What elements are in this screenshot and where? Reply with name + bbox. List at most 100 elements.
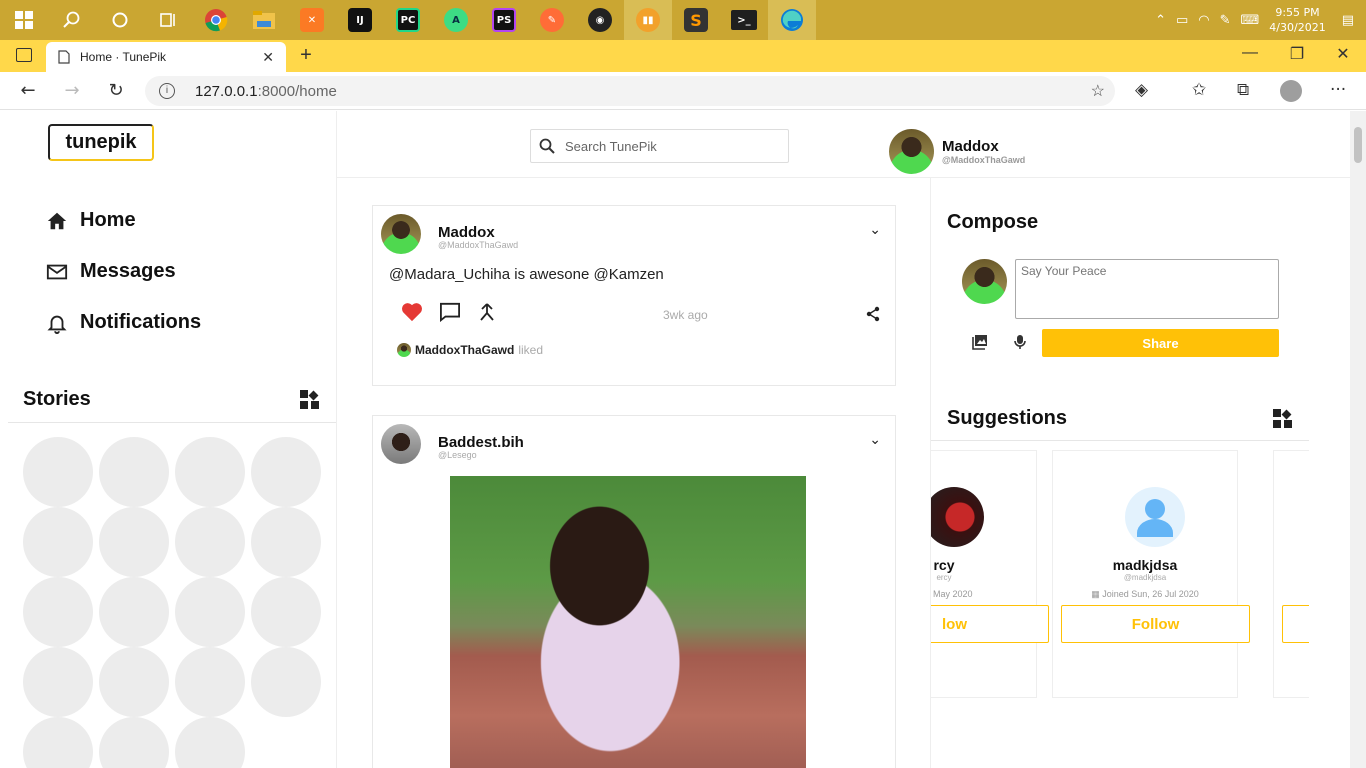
story-placeholder[interactable] (99, 647, 169, 717)
browser-tab-home[interactable]: Home · TunePik ✕ (46, 42, 286, 72)
story-placeholder[interactable] (99, 717, 169, 768)
power-bi-icon[interactable]: ▮▮ (624, 0, 672, 40)
close-window-button[interactable]: ✕ (1328, 44, 1358, 64)
heart-icon[interactable] (401, 302, 423, 322)
refresh-button[interactable]: ↻ (104, 80, 128, 101)
maximize-button[interactable]: ❐ (1282, 44, 1312, 64)
minimize-button[interactable]: — (1235, 44, 1265, 62)
forward-button[interactable]: → (60, 80, 84, 101)
post-card: Maddox @MaddoxThaGawd ⌄ @Madara_Uchiha i… (372, 205, 896, 386)
story-placeholder[interactable] (175, 717, 245, 768)
bell-icon (47, 315, 67, 334)
edge-icon[interactable] (768, 0, 816, 40)
site-info-icon[interactable]: i (159, 83, 175, 99)
follow-button[interactable]: low (931, 605, 1049, 643)
post-text: @Madara_Uchiha is awesone @Kamzen (389, 266, 664, 283)
story-placeholder[interactable] (175, 647, 245, 717)
story-placeholder[interactable] (23, 647, 93, 717)
clock-date: 4/30/2021 (1269, 21, 1326, 34)
post-author-name[interactable]: Baddest.bih (438, 434, 524, 451)
chevron-down-icon[interactable]: ⌄ (869, 432, 881, 448)
story-placeholder[interactable] (99, 437, 169, 507)
windows-start-icon[interactable] (0, 0, 48, 40)
story-placeholder[interactable] (175, 437, 245, 507)
page-scrollbar[interactable] (1350, 111, 1366, 768)
chevron-up-icon[interactable]: ⌃ (1155, 13, 1166, 28)
avatar[interactable] (381, 424, 421, 464)
file-explorer-icon[interactable] (240, 0, 288, 40)
notification-center-icon[interactable]: ▤ (1342, 13, 1354, 28)
suggestion-name[interactable]: madkjdsa (1053, 557, 1237, 573)
search-input[interactable]: Search TunePik (530, 129, 789, 163)
search-icon[interactable] (48, 0, 96, 40)
image-icon[interactable] (972, 334, 988, 350)
story-placeholder[interactable] (23, 437, 93, 507)
current-user[interactable]: Maddox @MaddoxThaGawd (889, 129, 1025, 174)
back-button[interactable]: ← (16, 80, 40, 101)
avatar[interactable] (381, 214, 421, 254)
task-view-icon[interactable] (144, 0, 192, 40)
story-placeholder[interactable] (23, 507, 93, 577)
favorites-icon[interactable]: ✩ (1192, 80, 1206, 100)
share-icon[interactable] (865, 306, 881, 322)
phpstorm-icon[interactable]: PS (480, 0, 528, 40)
xampp-icon[interactable]: ✕ (288, 0, 336, 40)
suggestion-name[interactable]: rcy (931, 557, 1036, 573)
post-photo[interactable] (450, 476, 806, 768)
music-player-icon[interactable]: ◉ (576, 0, 624, 40)
add-favorite-icon[interactable]: ☆ (1091, 81, 1105, 101)
compose-input[interactable] (1015, 259, 1279, 319)
story-placeholder[interactable] (175, 507, 245, 577)
tab-actions-icon[interactable] (16, 48, 32, 62)
profile-icon[interactable] (1280, 80, 1302, 102)
microphone-icon[interactable] (1013, 334, 1027, 350)
taskbar-clock[interactable]: 9:55 PM 4/30/2021 (1269, 5, 1325, 35)
chrome-icon[interactable] (192, 0, 240, 40)
post-author-name[interactable]: Maddox (438, 224, 495, 241)
story-placeholder[interactable] (175, 577, 245, 647)
nav-messages[interactable]: Messages (46, 260, 176, 283)
battery-icon[interactable]: ▭ (1176, 13, 1188, 28)
comment-icon[interactable] (439, 302, 461, 322)
android-studio-icon[interactable]: A (432, 0, 480, 40)
story-placeholder[interactable] (251, 577, 321, 647)
share-button[interactable]: Share (1042, 329, 1279, 357)
wifi-icon[interactable]: ◠ (1198, 13, 1209, 28)
more-menu-icon[interactable]: ··· (1330, 80, 1346, 100)
liked-by-user[interactable]: MaddoxThaGawd (415, 343, 514, 357)
nav-home[interactable]: Home (46, 209, 136, 232)
sublime-text-icon[interactable]: S (672, 0, 720, 40)
avatar[interactable] (931, 487, 984, 547)
story-placeholder[interactable] (251, 507, 321, 577)
follow-button[interactable] (1282, 605, 1309, 643)
story-placeholder[interactable] (99, 577, 169, 647)
widgets-icon[interactable] (300, 390, 320, 410)
pen-icon[interactable]: ✎ (1220, 13, 1231, 28)
extension-icon[interactable]: ◈ (1135, 80, 1148, 100)
default-user-icon[interactable] (1125, 487, 1185, 547)
story-placeholder[interactable] (251, 437, 321, 507)
repost-icon[interactable] (477, 302, 497, 322)
story-placeholder[interactable] (23, 577, 93, 647)
pycharm-icon[interactable]: PC (384, 0, 432, 40)
postman-icon[interactable]: ✎ (528, 0, 576, 40)
collections-icon[interactable]: ⧉ (1237, 80, 1249, 100)
tunepik-logo[interactable]: tunepik (48, 124, 154, 161)
keyboard-icon[interactable]: ⌨ (1241, 13, 1260, 28)
suggestions-carousel[interactable]: rcy ercy , 14 May 2020 low madkjdsa @mad… (931, 448, 1309, 700)
intellij-icon[interactable]: IJ (336, 0, 384, 40)
address-bar[interactable]: i 127.0.0.1:8000/home ☆ (145, 76, 1115, 106)
close-tab-icon[interactable]: ✕ (262, 49, 274, 66)
nav-notifications[interactable]: Notifications (46, 311, 201, 334)
story-placeholder[interactable] (23, 717, 93, 768)
suggestion-card (1273, 450, 1309, 698)
scrollbar-thumb[interactable] (1354, 127, 1362, 163)
story-placeholder[interactable] (99, 507, 169, 577)
cortana-icon[interactable] (96, 0, 144, 40)
new-tab-button[interactable]: + (292, 44, 320, 67)
terminal-icon[interactable]: >_ (720, 0, 768, 40)
follow-button[interactable]: Follow (1061, 605, 1250, 643)
story-placeholder[interactable] (251, 647, 321, 717)
widgets-icon[interactable] (1273, 409, 1293, 429)
chevron-down-icon[interactable]: ⌄ (869, 222, 881, 238)
